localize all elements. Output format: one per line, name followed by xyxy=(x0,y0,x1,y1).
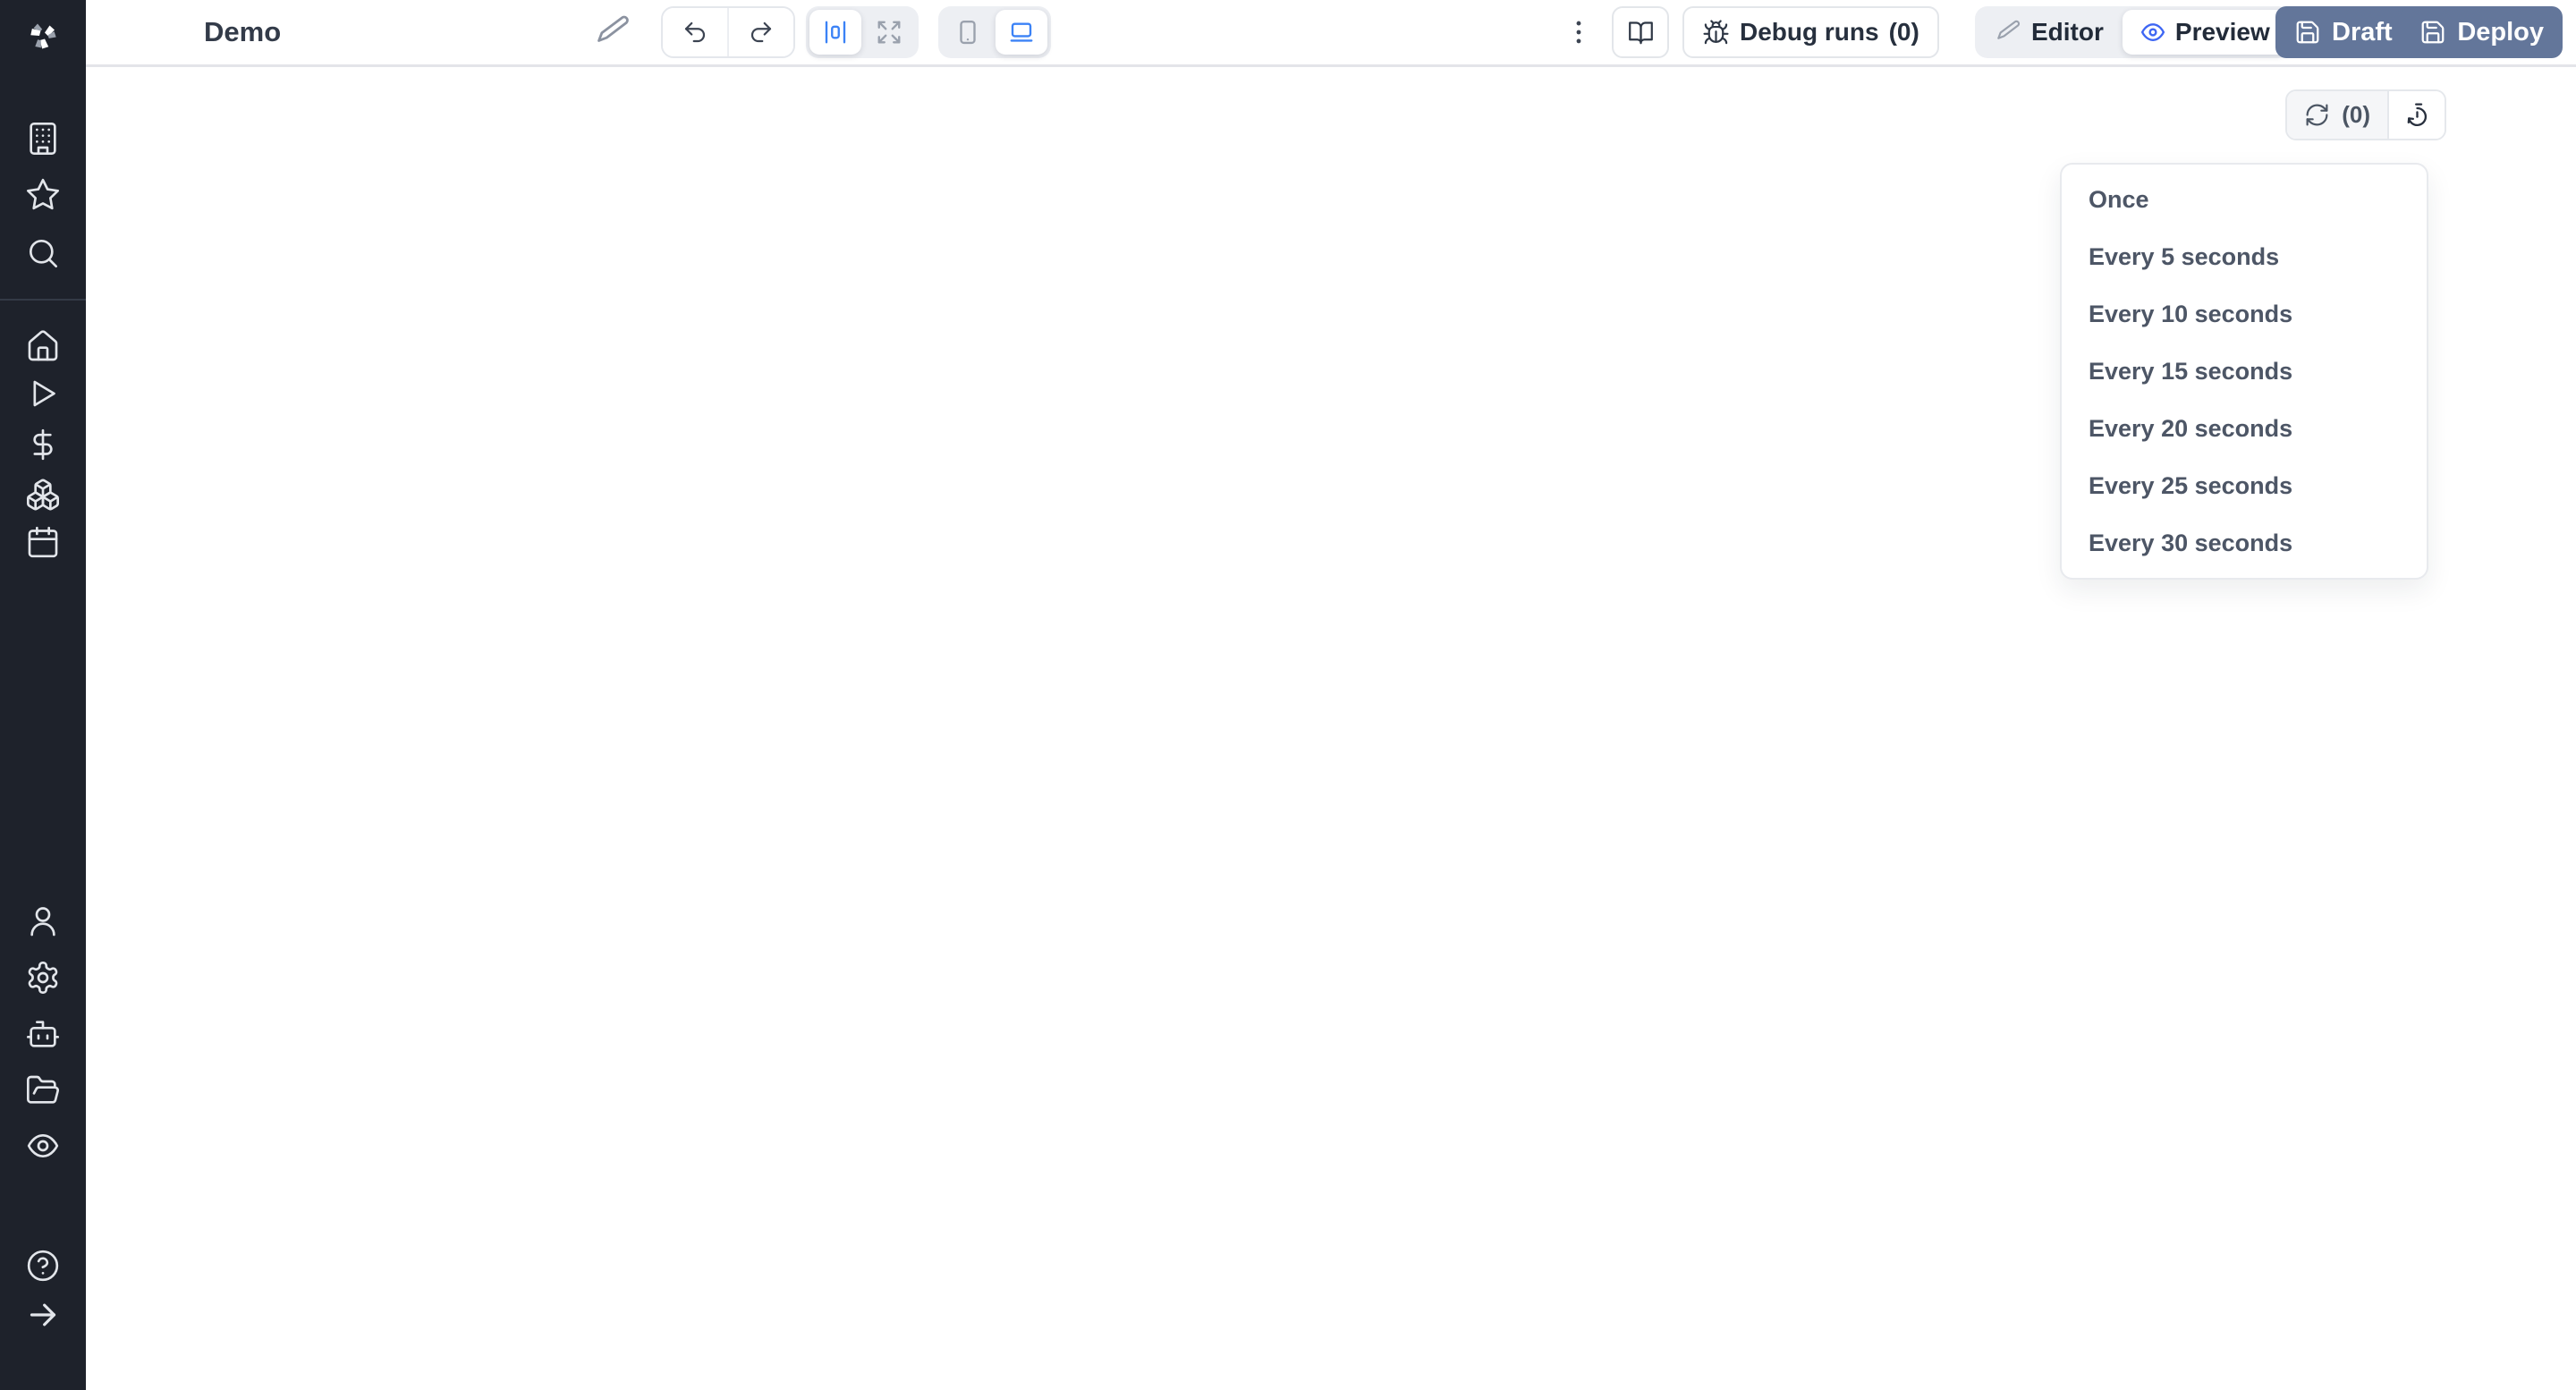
help-icon[interactable] xyxy=(25,1248,61,1284)
expand-icon xyxy=(876,19,902,46)
sidebar-divider xyxy=(0,299,86,301)
desktop-view-button[interactable] xyxy=(996,10,1047,55)
workspace-building-icon[interactable] xyxy=(25,121,61,157)
sidebar-item-resources-boxes-icon[interactable] xyxy=(25,477,61,513)
editor-preview-toggle: Editor Preview xyxy=(1975,6,2291,58)
editor-label: Editor xyxy=(2031,18,2104,47)
menu-item-every-20s[interactable]: Every 20 seconds xyxy=(2062,400,2427,457)
laptop-icon xyxy=(1008,19,1035,46)
menu-item-every-15s[interactable]: Every 15 seconds xyxy=(2062,343,2427,400)
save-icon xyxy=(2419,19,2446,46)
sidebar-item-folders-icon[interactable] xyxy=(25,1072,61,1108)
pencil-icon xyxy=(1996,19,2022,46)
sidebar-item-settings-gear-icon[interactable] xyxy=(25,960,61,996)
refresh-icon xyxy=(2304,102,2330,128)
menu-item-once[interactable]: Once xyxy=(2062,171,2427,228)
width-mode-toggle xyxy=(806,6,919,58)
sidebar-item-home-icon[interactable] xyxy=(25,328,61,364)
sidebar-item-runs-play-icon[interactable] xyxy=(25,376,61,411)
toolbar: Demo xyxy=(86,0,2576,67)
eye-icon xyxy=(2140,19,2166,46)
sidebar-item-workers-robot-icon[interactable] xyxy=(25,1016,61,1052)
redo-button[interactable] xyxy=(727,8,793,56)
book-open-icon xyxy=(1627,19,1655,47)
debug-runs-count: (0) xyxy=(1889,18,1919,47)
more-options-kebab-icon[interactable] xyxy=(1561,11,1597,54)
favorites-star-icon[interactable] xyxy=(25,176,61,212)
sidebar-item-variables-dollar-icon[interactable] xyxy=(25,427,61,462)
deploy-label: Deploy xyxy=(2457,18,2544,47)
search-icon[interactable] xyxy=(25,235,61,271)
debug-runs-label: Debug runs xyxy=(1740,18,1879,47)
save-icon xyxy=(2294,19,2321,46)
deploy-button[interactable]: Deploy xyxy=(2401,6,2563,58)
menu-item-every-30s[interactable]: Every 30 seconds xyxy=(2062,514,2427,572)
menu-item-every-10s[interactable]: Every 10 seconds xyxy=(2062,285,2427,343)
undo-button[interactable] xyxy=(663,8,727,56)
docs-button[interactable] xyxy=(1612,6,1669,58)
app-window: Demo xyxy=(0,0,2576,1390)
preview-label: Preview xyxy=(2175,18,2270,47)
centered-width-button[interactable] xyxy=(809,10,861,55)
app-title: Demo xyxy=(204,16,281,48)
refresh-count: (0) xyxy=(2342,101,2370,129)
windmill-logo[interactable] xyxy=(21,14,64,57)
draft-label: Draft xyxy=(2332,18,2393,47)
smartphone-icon xyxy=(954,19,981,46)
refresh-controls: (0) xyxy=(2285,89,2446,140)
rename-pencil-icon[interactable] xyxy=(592,11,635,54)
undo-redo-group xyxy=(661,6,795,58)
debug-runs-button[interactable]: Debug runs (0) xyxy=(1682,6,1939,58)
mobile-view-button[interactable] xyxy=(942,10,994,55)
device-toggle xyxy=(938,6,1051,58)
menu-item-every-5s[interactable]: Every 5 seconds xyxy=(2062,228,2427,285)
sidebar-item-audit-eye-icon[interactable] xyxy=(25,1128,61,1164)
full-width-button[interactable] xyxy=(863,10,915,55)
refresh-interval-menu: Once Every 5 seconds Every 10 seconds Ev… xyxy=(2060,163,2428,580)
sidebar xyxy=(0,0,86,1390)
main-area: Demo xyxy=(86,0,2576,1390)
refresh-components-button[interactable]: (0) xyxy=(2287,91,2389,139)
editor-tab[interactable]: Editor xyxy=(1979,10,2121,55)
sidebar-item-schedules-calendar-icon[interactable] xyxy=(25,524,61,560)
refresh-history-button[interactable] xyxy=(2389,91,2445,139)
app-canvas: (0) Once Every 5 seconds Every 10 second… xyxy=(86,67,2576,1390)
bug-icon xyxy=(1702,19,1730,47)
align-horizontal-space-around-icon xyxy=(822,19,849,46)
sidebar-item-user-icon[interactable] xyxy=(25,903,61,939)
preview-tab[interactable]: Preview xyxy=(2123,10,2287,55)
expand-sidebar-arrow-icon[interactable] xyxy=(25,1297,61,1333)
timer-history-icon xyxy=(2403,101,2431,129)
menu-item-every-25s[interactable]: Every 25 seconds xyxy=(2062,457,2427,514)
